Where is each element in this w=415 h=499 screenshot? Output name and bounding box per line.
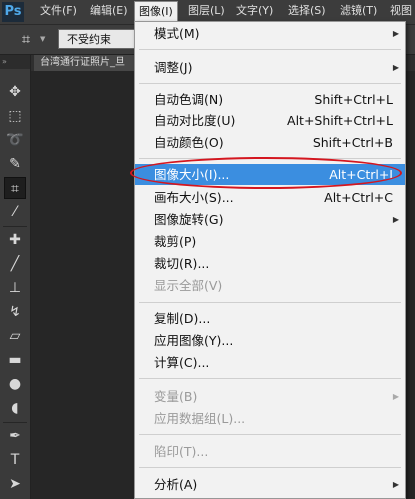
menu-item-apply-image[interactable]: 应用图像(Y)...	[135, 330, 405, 351]
divider	[139, 467, 401, 468]
menu-image[interactable]: 图像(I)	[134, 1, 178, 23]
menu-item-auto-color[interactable]: 自动颜色(O) Shift+Ctrl+B	[135, 132, 405, 153]
menu-item-label: 自动颜色(O)	[154, 135, 224, 150]
menu-item-mode[interactable]: 模式(M) ▶	[135, 23, 405, 44]
menu-item-label: 图像大小(I)...	[154, 167, 230, 182]
eyedropper-icon[interactable]: ⁄	[4, 201, 26, 223]
menu-item-crop[interactable]: 裁剪(P)	[135, 231, 405, 252]
menu-file[interactable]: 文件(F)	[36, 0, 81, 22]
chevron-right-icon: ▶	[392, 392, 399, 401]
menu-item-shortcut: Alt+Shift+Ctrl+L	[287, 113, 393, 128]
menu-item-trim[interactable]: 裁切(R)...	[135, 253, 405, 274]
divider	[139, 158, 401, 159]
menu-item-reveal-all[interactable]: 显示全部(V)	[135, 275, 405, 296]
menu-item-label: 裁切(R)...	[154, 256, 210, 271]
menu-item-image-size[interactable]: 图像大小(I)... Alt+Ctrl+I	[135, 164, 405, 185]
divider	[139, 434, 401, 435]
menu-edit[interactable]: 编辑(E)	[86, 0, 132, 22]
healing-brush-icon[interactable]: ✚	[4, 229, 26, 251]
ratio-select[interactable]: 不受约束	[58, 29, 138, 49]
crop-icon[interactable]: ⌗	[12, 29, 40, 49]
gradient-icon[interactable]: ▬	[4, 349, 26, 371]
pen-icon[interactable]: ✒	[4, 425, 26, 447]
menu-item-duplicate[interactable]: 复制(D)...	[135, 308, 405, 329]
divider	[3, 422, 27, 423]
menu-view[interactable]: 视图	[386, 0, 415, 22]
menu-filter[interactable]: 滤镜(T)	[336, 0, 381, 22]
divider	[139, 302, 401, 303]
divider	[139, 83, 401, 84]
menu-item-label: 裁剪(P)	[154, 234, 197, 249]
document-tab[interactable]: 台湾通行证照片_旦	[34, 55, 134, 71]
menu-item-label: 变量(B)	[154, 389, 198, 404]
menu-item-label: 显示全部(V)	[154, 278, 223, 293]
blur-icon[interactable]: ●	[4, 373, 26, 395]
photoshop-logo: Ps	[2, 2, 24, 22]
menu-item-shortcut: Alt+Ctrl+C	[324, 190, 393, 205]
menu-select[interactable]: 选择(S)	[284, 0, 330, 22]
crop-icon[interactable]: ⌗	[4, 177, 26, 199]
chevron-right-icon: ▶	[392, 63, 399, 72]
menu-item-label: 模式(M)	[154, 26, 200, 41]
menu-item-shortcut: Shift+Ctrl+L	[314, 92, 393, 107]
divider	[3, 226, 27, 227]
brush-icon[interactable]: ╱	[4, 253, 26, 275]
menu-item-image-rotation[interactable]: 图像旋转(G) ▶	[135, 209, 405, 230]
chevron-right-icon: ▶	[392, 215, 399, 224]
menu-item-analysis[interactable]: 分析(A) ▶	[135, 474, 405, 495]
menu-item-label: 自动对比度(U)	[154, 113, 236, 128]
menu-item-label: 复制(D)...	[154, 311, 211, 326]
menu-type[interactable]: 文字(Y)	[232, 0, 277, 22]
menu-item-apply-data-set[interactable]: 应用数据组(L)...	[135, 408, 405, 429]
type-icon[interactable]: T	[4, 449, 26, 471]
menu-item-label: 分析(A)	[154, 477, 198, 492]
menu-item-auto-tone[interactable]: 自动色调(N) Shift+Ctrl+L	[135, 89, 405, 110]
divider	[139, 49, 401, 50]
menu-item-label: 计算(C)...	[154, 355, 210, 370]
menu-item-label: 图像旋转(G)	[154, 212, 224, 227]
tools-panel: » ✥ ⬚ ➰ ✎ ⌗ ⁄ ✚ ╱ ⊥ ↯ ▱ ▬ ● ◖ ✒ T ➤	[0, 55, 31, 499]
menu-item-shortcut: Shift+Ctrl+B	[312, 135, 393, 150]
image-menu-dropdown: 模式(M) ▶ 调整(J) ▶ 自动色调(N) Shift+Ctrl+L 自动对…	[134, 21, 406, 499]
menu-item-auto-contrast[interactable]: 自动对比度(U) Alt+Shift+Ctrl+L	[135, 110, 405, 131]
quick-select-icon[interactable]: ✎	[4, 153, 26, 175]
menu-item-trap[interactable]: 陷印(T)...	[135, 441, 405, 462]
eraser-icon[interactable]: ▱	[4, 325, 26, 347]
menu-item-label: 应用图像(Y)...	[154, 333, 234, 348]
menu-item-variables[interactable]: 变量(B) ▶	[135, 386, 405, 407]
dodge-icon[interactable]: ◖	[4, 397, 26, 419]
chevron-right-icon: ▶	[392, 480, 399, 489]
history-brush-icon[interactable]: ↯	[4, 301, 26, 323]
menu-item-label: 陷印(T)...	[154, 444, 209, 459]
menu-item-label: 调整(J)	[154, 60, 193, 75]
chevron-right-icon: ▶	[392, 29, 399, 38]
menu-item-calculations[interactable]: 计算(C)...	[135, 352, 405, 373]
move-icon[interactable]: ✥	[4, 81, 26, 103]
chevron-down-icon[interactable]: ▼	[40, 35, 45, 43]
marquee-icon[interactable]: ⬚	[4, 105, 26, 127]
lasso-icon[interactable]: ➰	[4, 129, 26, 151]
menu-item-adjustments[interactable]: 调整(J) ▶	[135, 57, 405, 78]
menu-item-label: 应用数据组(L)...	[154, 411, 246, 426]
menu-item-label: 画布大小(S)...	[154, 190, 234, 205]
path-select-icon[interactable]: ➤	[4, 473, 26, 495]
divider	[139, 378, 401, 379]
panel-collapse-handle[interactable]: »	[0, 55, 30, 69]
menu-item-shortcut: Alt+Ctrl+I	[329, 167, 393, 182]
clone-stamp-icon[interactable]: ⊥	[4, 277, 26, 299]
menu-item-label: 自动色调(N)	[154, 92, 224, 107]
menu-item-canvas-size[interactable]: 画布大小(S)... Alt+Ctrl+C	[135, 187, 405, 208]
menu-layer[interactable]: 图层(L)	[184, 0, 229, 22]
